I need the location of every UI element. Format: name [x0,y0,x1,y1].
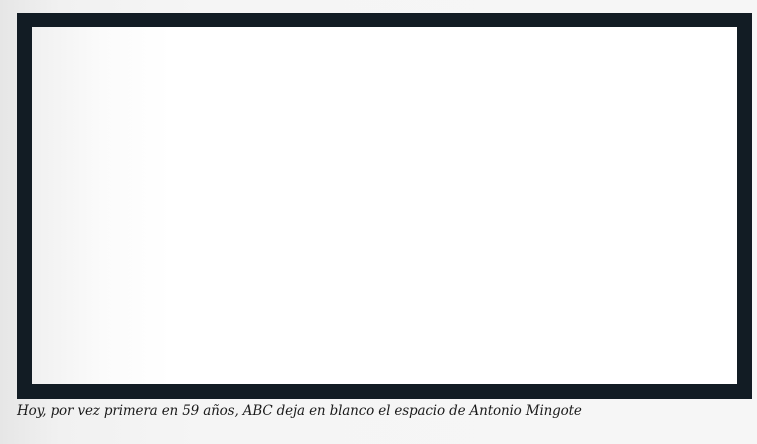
image-caption: Hoy, por vez primera en 59 años, ABC dej… [17,403,582,419]
blank-cartoon-frame [17,13,752,399]
blank-cartoon-space [32,27,737,384]
